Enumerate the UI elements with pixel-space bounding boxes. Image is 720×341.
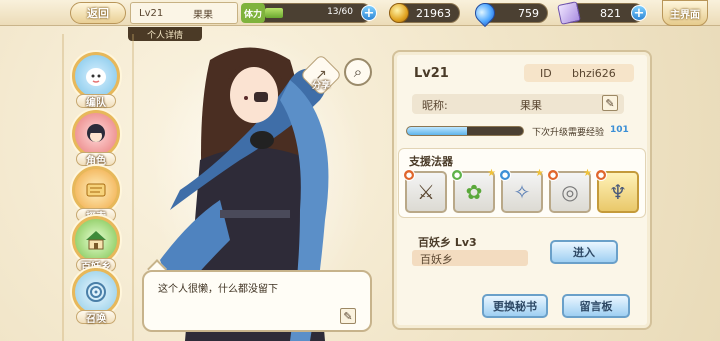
- ticket-value: 821: [600, 7, 621, 20]
- stamina-label: 体力: [241, 3, 265, 23]
- green-orb-icon: ✿: [465, 180, 483, 204]
- nickname-value: 果果: [520, 99, 542, 112]
- village-title: 百妖乡 Lv3: [418, 236, 477, 249]
- stamina-value: 13/60: [327, 7, 353, 17]
- profile-level: Lv21: [414, 66, 449, 81]
- fire-badge-icon: ●: [403, 169, 415, 181]
- support-slot-1[interactable]: ● ⚔: [403, 169, 447, 213]
- exp-value: 101: [610, 125, 629, 135]
- back-button[interactable]: 返回: [70, 2, 126, 24]
- id-value: bhzi626: [572, 66, 616, 80]
- exp-bar: [406, 126, 524, 136]
- page-subtitle: 个人详情: [128, 27, 202, 41]
- profile-panel: Lv21 ID bhzi626 昵称: 果果 ✎ 下次升级需要经验 101 支援…: [392, 50, 652, 330]
- change-secretary-button[interactable]: 更换秘书: [482, 294, 548, 318]
- share-label: 分享: [311, 81, 330, 91]
- sword-icon: ⚔: [417, 180, 435, 204]
- fire-badge-icon: ●: [595, 169, 607, 181]
- nickname-label: 昵称:: [422, 99, 448, 112]
- star-icon: ★: [487, 168, 496, 179]
- exp-label: 下次升级需要经验: [532, 128, 605, 138]
- pencil-icon: ✎: [343, 309, 353, 323]
- nickname-row: 昵称: 果果 ✎: [412, 94, 624, 114]
- star-icon: ★: [583, 168, 592, 179]
- exp-fill: [407, 127, 468, 135]
- nav-item-character[interactable]: 角色: [72, 110, 120, 167]
- nav-item-village[interactable]: 百妖乡: [72, 216, 120, 273]
- support-slot-4[interactable]: ● ★ ◎: [547, 168, 592, 213]
- zoom-button[interactable]: ⌕: [344, 58, 372, 86]
- player-id: ID bhzi626: [524, 64, 634, 82]
- back-button-label: 返回: [87, 7, 109, 20]
- nav-item-explore[interactable]: 探索: [72, 166, 120, 223]
- village-name-box: 百妖乡: [412, 250, 528, 266]
- nav-label-character: 角色: [76, 152, 116, 167]
- water-badge-icon: ●: [499, 169, 511, 181]
- ring-icon: ◎: [561, 180, 579, 204]
- coin-value: 21963: [416, 7, 451, 20]
- support-slot-3[interactable]: ● ★ ✧: [499, 168, 544, 213]
- change-secretary-label: 更换秘书: [493, 300, 537, 313]
- pencil-icon: ✎: [605, 96, 615, 110]
- enter-label: 进入: [573, 246, 595, 259]
- edit-nickname-button[interactable]: ✎: [602, 95, 618, 111]
- id-label: ID: [540, 66, 552, 80]
- ticket-icon: [557, 1, 581, 25]
- message-board-button[interactable]: 留言板: [562, 294, 630, 318]
- support-slot-2[interactable]: ● ★ ✿: [451, 168, 496, 213]
- stamina-fill: [265, 8, 283, 18]
- home-button[interactable]: 主界面: [662, 0, 708, 26]
- nav-label-team: 编队: [76, 94, 116, 109]
- player-level: Lv21: [139, 7, 164, 19]
- fire-badge-icon: ●: [547, 169, 559, 181]
- top-bar: 返回 Lv21 果果 体力 13/60 + 21963 759 821 + 主界…: [0, 0, 720, 28]
- wind-badge-icon: ●: [451, 169, 463, 181]
- nav-label-summon: 召唤: [76, 310, 116, 325]
- nav-item-summon[interactable]: 召唤: [72, 268, 120, 325]
- gem-icon: [470, 0, 500, 28]
- star-icon: ★: [535, 168, 544, 179]
- gem-value: 759: [518, 7, 539, 20]
- support-slot-5[interactable]: ● ♆: [595, 169, 639, 213]
- support-title: 支援法器: [409, 155, 453, 168]
- gem-counter: 759: [470, 0, 548, 28]
- player-info: Lv21 果果: [130, 2, 238, 24]
- coin-icon: [389, 3, 409, 23]
- nav-item-team[interactable]: 编队: [72, 52, 120, 109]
- coin-counter: 21963: [389, 3, 460, 23]
- add-ticket-button[interactable]: +: [631, 5, 647, 21]
- claw-icon: ✧: [513, 180, 531, 204]
- magnifier-icon: ⌕: [353, 63, 363, 81]
- message-board-label: 留言板: [579, 300, 613, 313]
- stamina-bar: 体力 13/60 +: [241, 3, 377, 23]
- player-name: 果果: [193, 9, 213, 21]
- bio-bubble: 这个人很懒，什么都没留下 ✎: [142, 270, 372, 332]
- village-name: 百妖乡: [420, 253, 453, 266]
- bio-text: 这个人很懒，什么都没留下: [158, 284, 278, 295]
- support-items: 支援法器 ● ⚔ ● ★ ✿ ● ★ ✧ ● ★ ◎ ● ♆: [398, 148, 646, 218]
- add-stamina-button[interactable]: +: [361, 5, 377, 21]
- ticket-counter: 821 +: [557, 1, 647, 25]
- edit-bio-button[interactable]: ✎: [340, 308, 356, 324]
- home-button-label: 主界面: [670, 9, 700, 21]
- enter-village-button[interactable]: 进入: [550, 240, 618, 264]
- trident-icon: ♆: [609, 180, 627, 204]
